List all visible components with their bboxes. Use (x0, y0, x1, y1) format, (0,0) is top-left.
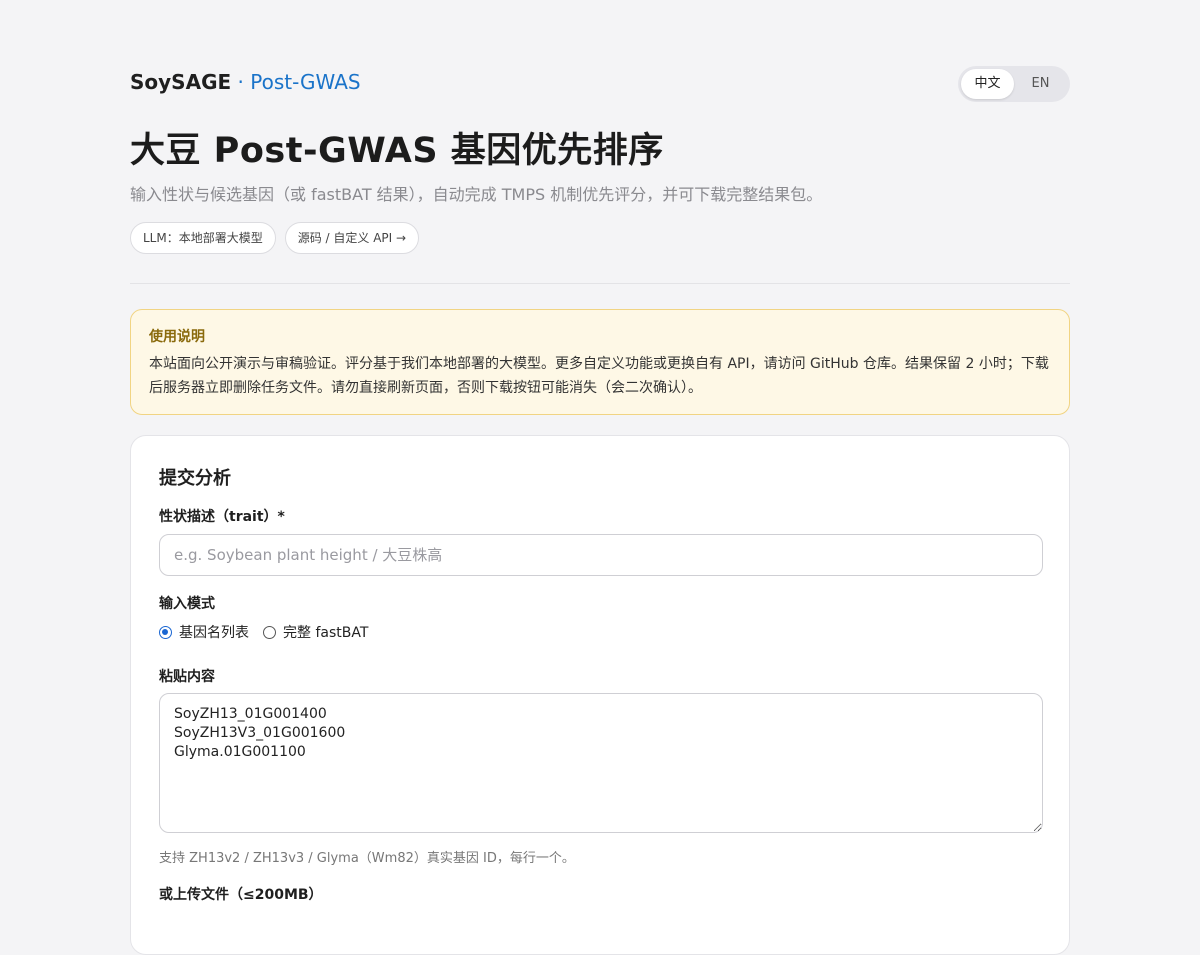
paste-label: 粘贴内容 (159, 669, 215, 685)
brand-logo[interactable]: SoySAGE · Post-GWAS (130, 70, 361, 94)
source-api-link[interactable]: 源码 / 自定义 API → (284, 222, 420, 254)
paste-hint: 支持 ZH13v2 / ZH13v3 / Glyma（Wm82）真实基因 ID，… (159, 851, 575, 866)
upload-label: 或上传文件（≤200MB） (159, 887, 323, 903)
lang-option-zh[interactable]: 中文 (961, 69, 1014, 99)
brand-separator: · (231, 70, 251, 94)
brand-main: SoySAGE (130, 70, 232, 94)
notice-body: 本站面向公开演示与审稿验证。评分基于我们本地部署的大模型。更多自定义功能或更换自… (149, 356, 1049, 396)
mode-radio-group: 基因名列表 完整 fastBAT (159, 622, 382, 642)
header-divider (130, 283, 1070, 284)
language-switch: 中文 EN (958, 66, 1070, 102)
submit-card: 提交分析 性状描述（trait）* 输入模式 基因名列表 完整 fastBAT … (130, 435, 1070, 955)
notice-title: 使用说明 (149, 329, 205, 345)
top-bar: SoySAGE · Post-GWAS 中文 EN (130, 66, 1070, 102)
lang-option-en[interactable]: EN (1014, 69, 1067, 99)
mode-option-label: 完整 fastBAT (283, 625, 369, 641)
mode-option-label: 基因名列表 (179, 625, 249, 641)
trait-label: 性状描述（trait）* (159, 509, 285, 525)
page-title: 大豆 Post-GWAS 基因优先排序 (130, 131, 664, 171)
mode-label: 输入模式 (159, 596, 215, 612)
radio-checked-icon[interactable] (159, 625, 172, 639)
trait-input[interactable] (159, 534, 1043, 576)
radio-unchecked-icon[interactable] (263, 625, 276, 639)
card-title: 提交分析 (159, 468, 231, 489)
usage-notice: 使用说明 本站面向公开演示与审稿验证。评分基于我们本地部署的大模型。更多自定义功… (130, 309, 1070, 415)
mode-radio-fastbat[interactable]: 完整 fastBAT (263, 622, 368, 642)
brand-sub: Post-GWAS (250, 70, 361, 94)
info-chips: LLM：本地部署大模型 源码 / 自定义 API → (130, 222, 420, 254)
llm-chip: LLM：本地部署大模型 (130, 222, 276, 254)
paste-textarea[interactable]: SoyZH13_01G001400 SoyZH13V3_01G001600 Gl… (159, 693, 1043, 833)
page-subtitle: 输入性状与候选基因（或 fastBAT 结果），自动完成 TMPS 机制优先评分… (130, 185, 823, 204)
mode-radio-gene-list[interactable]: 基因名列表 (159, 622, 249, 642)
